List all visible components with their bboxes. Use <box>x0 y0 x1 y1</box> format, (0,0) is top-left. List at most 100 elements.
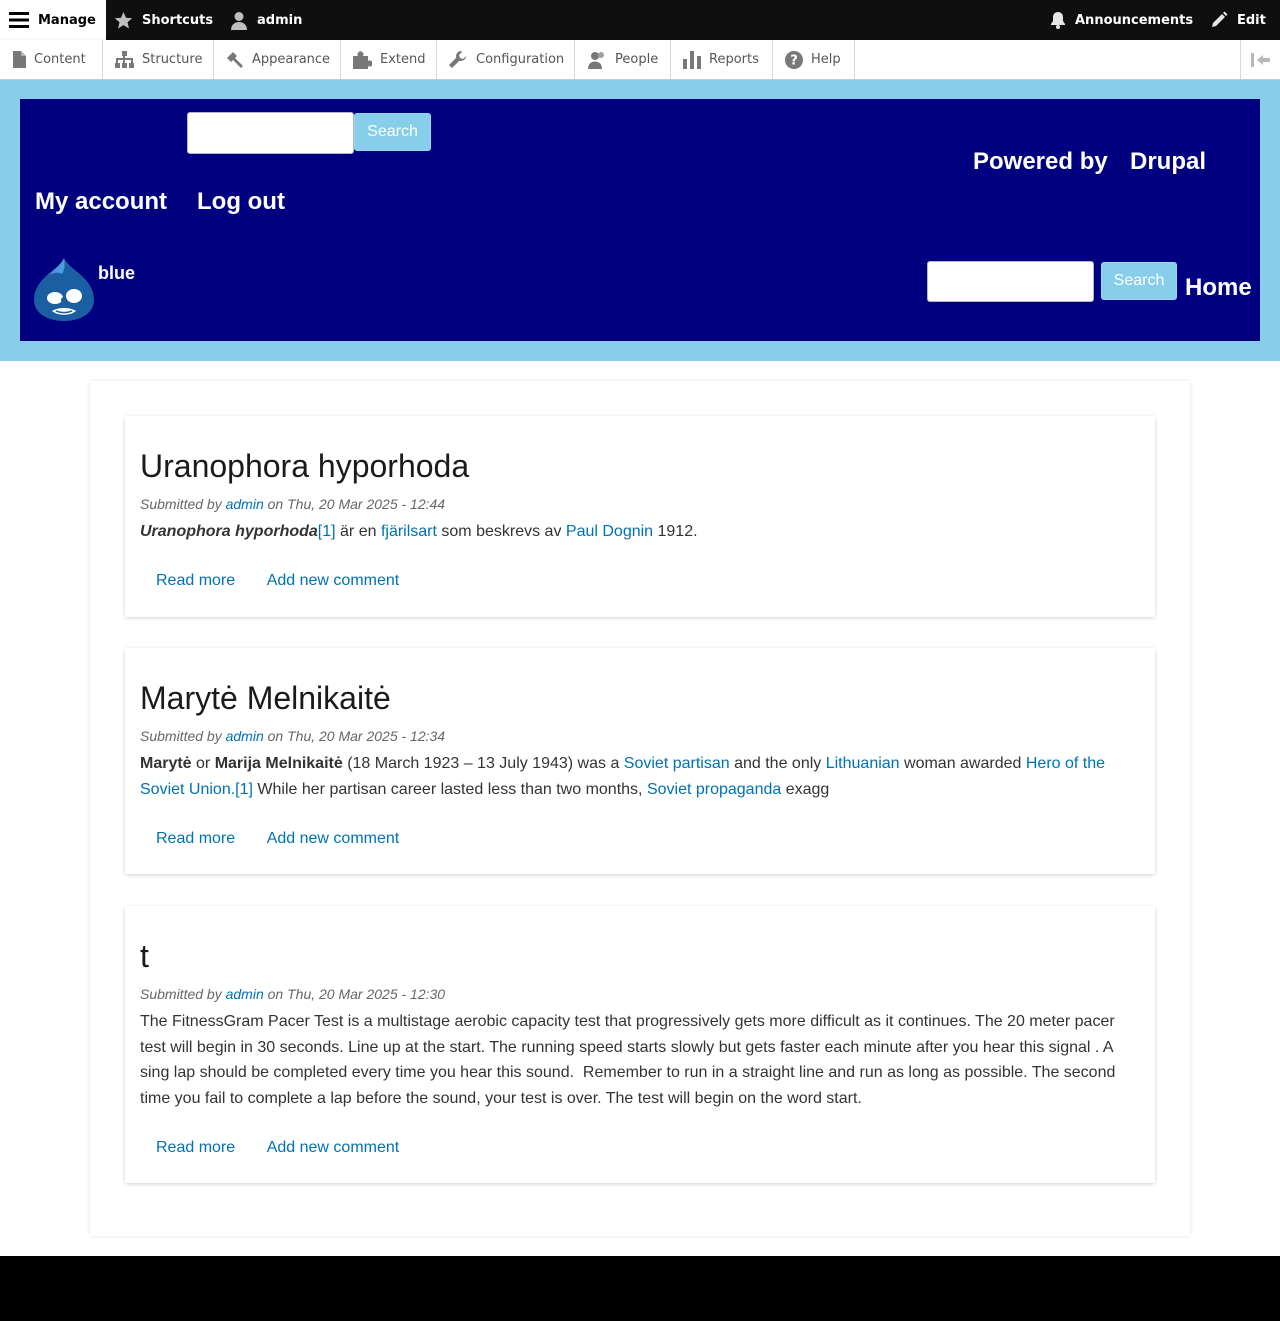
toolbar-announcements-label: Announcements <box>1075 12 1194 28</box>
home-link[interactable]: Home <box>1185 274 1252 302</box>
tray-item-help[interactable]: ? Help <box>773 40 855 79</box>
bar-chart-icon <box>683 50 701 69</box>
body-link[interactable]: Lithuanian <box>826 755 900 772</box>
toolbar-user-label: admin <box>257 12 303 28</box>
tray-item-label: Extend <box>380 52 426 67</box>
header-search-button[interactable]: Search <box>354 113 431 151</box>
article-meta: Submitted by admin on Thu, 20 Mar 2025 -… <box>140 728 445 744</box>
secondary-search-input[interactable] <box>927 261 1094 302</box>
toolbar-shortcuts-label: Shortcuts <box>142 12 214 28</box>
footnote-link[interactable]: [1] <box>235 781 253 798</box>
article-teaser: t Submitted by admin on Thu, 20 Mar 2025… <box>125 906 1155 1183</box>
article-teaser: Marytė Melnikaitė Submitted by admin on … <box>125 648 1155 874</box>
article-title[interactable]: Marytė Melnikaitė <box>140 680 391 717</box>
tray-item-label: Structure <box>142 52 203 67</box>
body-bold-italic: Uranophora hyporhoda <box>140 523 318 540</box>
footnote-link[interactable]: [1] <box>318 523 336 540</box>
add-comment-link[interactable]: Add new comment <box>267 830 400 847</box>
meta-date: on Thu, 20 Mar 2025 - 12:30 <box>267 986 446 1002</box>
toolbar-tray: Content Structure Appearance Extend Conf… <box>0 40 1280 80</box>
add-comment-link[interactable]: Add new comment <box>267 1139 400 1156</box>
drupal-drop-icon <box>34 258 94 321</box>
read-more-link[interactable]: Read more <box>156 830 235 847</box>
body-bold: Marija Melnikaitė <box>214 755 343 772</box>
body-text: exagg <box>781 780 830 798</box>
toolbar-user-tab[interactable]: admin <box>230 0 302 40</box>
article-body: Marytė or Marija Melnikaitė (18 March 19… <box>140 751 1125 802</box>
body-text: or <box>191 755 215 772</box>
meta-date: on Thu, 20 Mar 2025 - 12:44 <box>267 496 446 512</box>
article-links: Read more Add new comment <box>156 830 427 848</box>
tray-orientation-toggle[interactable] <box>1240 40 1280 79</box>
article-body: The FitnessGram Pacer Test is a multista… <box>140 1013 1120 1107</box>
tray-item-label: People <box>615 52 659 67</box>
tray-item-configuration[interactable]: Configuration <box>437 40 575 79</box>
drupal-link[interactable]: Drupal <box>1130 148 1206 176</box>
body-link[interactable]: Paul Dognin <box>566 523 653 540</box>
body-text: (18 March 1923 – 13 July 1943) was a <box>342 755 624 772</box>
tray-item-people[interactable]: People <box>575 40 671 79</box>
site-footer <box>0 1256 1280 1321</box>
body-link[interactable]: fjärilsart <box>381 523 437 540</box>
site-header: Search Powered by Drupal My account Log … <box>0 80 1280 361</box>
site-name-link[interactable]: blue <box>98 263 135 284</box>
body-text: While her partisan career lasted less th… <box>252 780 647 798</box>
article-title[interactable]: t <box>140 938 149 975</box>
header-search-input[interactable] <box>187 112 354 154</box>
body-text: 1912. <box>653 523 698 540</box>
site-header-inner: Search Powered by Drupal My account Log … <box>20 99 1260 341</box>
toolbar-edit-label: Edit <box>1237 12 1266 28</box>
toolbar-manage-label: Manage <box>38 12 96 28</box>
tray-item-label: Help <box>811 52 841 67</box>
pencil-icon <box>1212 11 1228 27</box>
tray-item-label: Reports <box>709 52 759 67</box>
my-account-link[interactable]: My account <box>35 188 167 216</box>
author-link[interactable]: admin <box>226 496 264 512</box>
article-links: Read more Add new comment <box>156 1139 427 1157</box>
toolbar-manage-tab[interactable]: Manage <box>0 0 106 40</box>
body-link[interactable]: Soviet partisan <box>624 755 730 772</box>
meta-prefix: Submitted by <box>140 986 222 1002</box>
user-icon <box>231 11 247 30</box>
read-more-link[interactable]: Read more <box>156 572 235 589</box>
main-content: Uranophora hyporhoda Submitted by admin … <box>90 381 1190 1236</box>
body-link[interactable]: Soviet propaganda <box>647 781 781 798</box>
star-icon <box>114 11 133 28</box>
article-body: Uranophora hyporhoda[1] är en fjärilsart… <box>140 519 1125 545</box>
meta-prefix: Submitted by <box>140 728 222 744</box>
tray-item-appearance[interactable]: Appearance <box>214 40 341 79</box>
toolbar-announcements-tab[interactable]: Announcements <box>1050 0 1193 40</box>
body-text: som beskrevs av <box>436 523 566 540</box>
article-meta: Submitted by admin on Thu, 20 Mar 2025 -… <box>140 986 445 1002</box>
article-teaser: Uranophora hyporhoda Submitted by admin … <box>125 416 1155 617</box>
toolbar-edit-tab[interactable]: Edit <box>1210 0 1266 40</box>
help-icon: ? <box>785 50 803 69</box>
tray-item-reports[interactable]: Reports <box>671 40 773 79</box>
toolbar-shortcuts-tab[interactable]: Shortcuts <box>114 0 213 40</box>
author-link[interactable]: admin <box>226 986 264 1002</box>
tray-item-label: Appearance <box>252 52 331 67</box>
puzzle-icon <box>353 50 372 69</box>
powered-by-link[interactable]: Powered by <box>973 148 1108 176</box>
tray-item-extend[interactable]: Extend <box>341 40 437 79</box>
people-icon <box>588 51 604 69</box>
hamburger-icon <box>9 12 29 28</box>
tray-item-label: Configuration <box>476 52 565 67</box>
add-comment-link[interactable]: Add new comment <box>267 572 400 589</box>
sitemap-icon <box>115 51 134 68</box>
tray-item-structure[interactable]: Structure <box>103 40 214 79</box>
meta-date: on Thu, 20 Mar 2025 - 12:34 <box>267 728 446 744</box>
read-more-link[interactable]: Read more <box>156 1139 235 1156</box>
meta-prefix: Submitted by <box>140 496 222 512</box>
document-icon <box>13 51 26 68</box>
article-title[interactable]: Uranophora hyporhoda <box>140 448 469 485</box>
article-meta: Submitted by admin on Thu, 20 Mar 2025 -… <box>140 496 445 512</box>
wrench-icon <box>449 50 466 68</box>
secondary-search-button[interactable]: Search <box>1101 262 1177 300</box>
body-text: and the only <box>729 755 826 772</box>
collapse-tray-icon <box>1250 52 1270 67</box>
author-link[interactable]: admin <box>226 728 264 744</box>
log-out-link[interactable]: Log out <box>197 188 285 216</box>
tray-item-content[interactable]: Content <box>0 40 103 79</box>
site-logo[interactable] <box>34 256 94 322</box>
